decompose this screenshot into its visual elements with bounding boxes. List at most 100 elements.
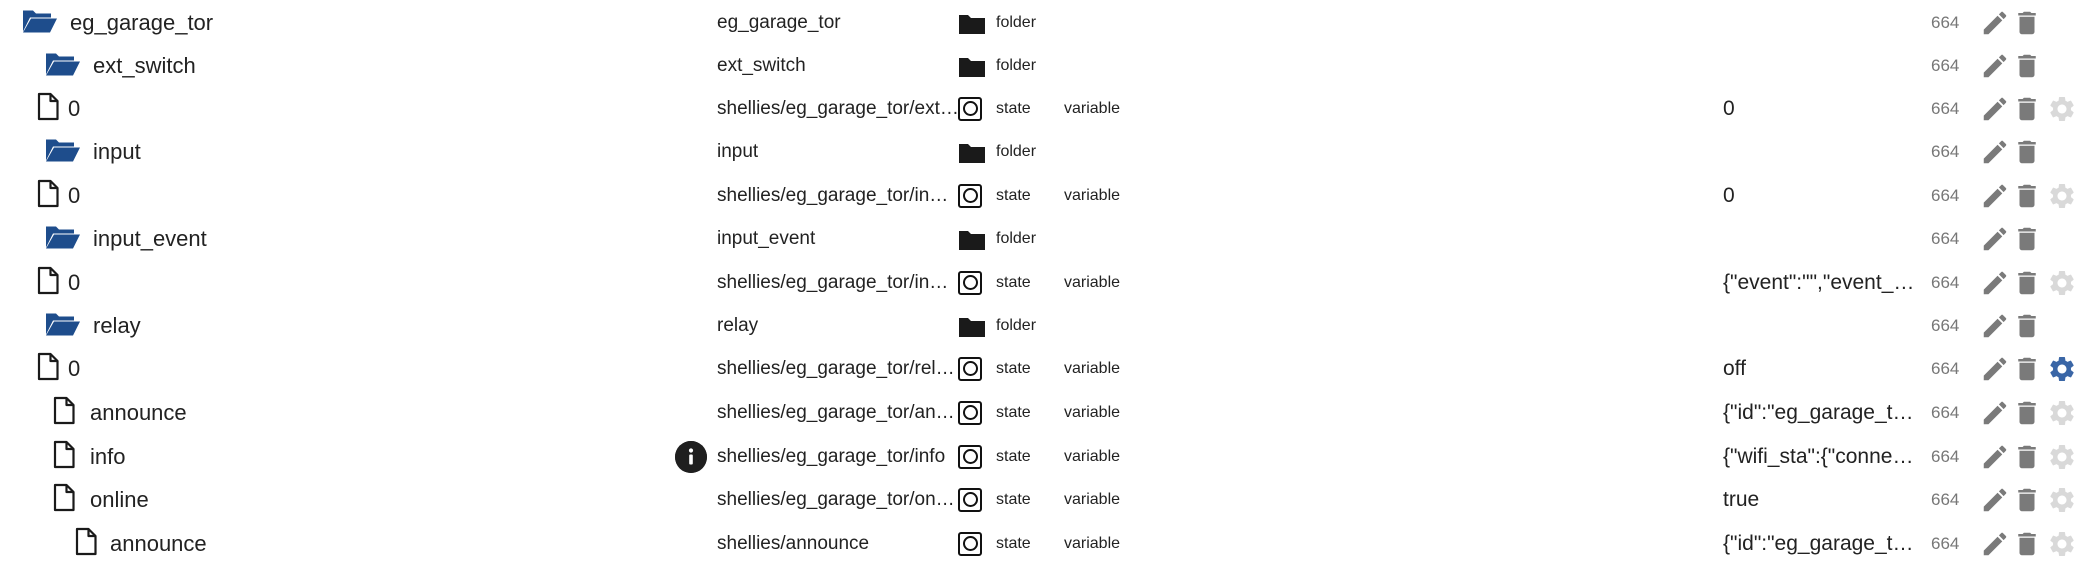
object-name[interactable]: 0 [68,356,80,382]
delete-icon[interactable] [2012,181,2042,211]
object-value[interactable]: {"id":"eg_garage_t… [1723,401,1914,425]
edit-icon[interactable] [1980,398,2010,428]
folder-row[interactable]: eg_garage_tor eg_garage_tor folder 664 [0,1,2090,44]
edit-icon[interactable] [1980,268,2010,298]
edit-icon[interactable] [1980,94,2010,124]
object-name[interactable]: announce [90,400,187,426]
object-acl[interactable]: 664 [1931,56,1959,76]
gear-icon[interactable] [2047,354,2077,384]
object-name[interactable]: input [93,139,141,165]
edit-icon[interactable] [1980,224,2010,254]
object-name[interactable]: relay [93,313,141,339]
delete-icon[interactable] [2012,224,2042,254]
object-type: folder [996,229,1037,247]
edit-icon[interactable] [1980,529,2010,559]
state-row[interactable]: 0 shellies/eg_garage_tor/in… state variable… [0,261,2090,304]
object-name[interactable]: ext_switch [93,53,196,79]
object-value[interactable]: 0 [1723,184,1735,208]
edit-icon[interactable] [1980,442,2010,472]
object-acl[interactable]: 664 [1931,447,1959,467]
object-role: variable [1064,534,1121,552]
folder-row[interactable]: relay relay folder 664 [0,304,2090,347]
gear-icon[interactable] [2047,181,2077,211]
object-name[interactable]: eg_garage_tor [70,10,213,36]
folder-row[interactable]: input input folder 664 [0,130,2090,173]
state-row[interactable]: info shellies/eg_garage_tor/info state vari… [0,435,2090,478]
gear-icon[interactable] [2047,529,2077,559]
folder-row[interactable]: input_event input_event folder 664 [0,217,2090,260]
gear-icon[interactable] [2047,94,2077,124]
object-acl[interactable]: 664 [1931,99,1959,119]
delete-icon[interactable] [2012,354,2042,384]
edit-icon[interactable] [1980,181,2010,211]
object-name[interactable]: announce [110,531,207,557]
delete-icon[interactable] [2012,311,2042,341]
object-type: folder [996,142,1037,160]
object-value[interactable]: {"wifi_sta":{"conne… [1723,445,1913,469]
edit-icon[interactable] [1980,137,2010,167]
object-acl[interactable]: 664 [1931,142,1959,162]
folder-type-icon [958,227,986,251]
object-name[interactable]: info [90,444,125,470]
edit-icon[interactable] [1980,8,2010,38]
delete-icon[interactable] [2012,268,2042,298]
object-acl[interactable]: 664 [1931,186,1959,206]
folder-open-icon [22,7,58,38]
state-row[interactable]: 0 shellies/eg_garage_tor/ext… state variabl… [0,87,2090,130]
gear-icon[interactable] [2047,442,2077,472]
delete-icon[interactable] [2012,485,2042,515]
object-acl[interactable]: 664 [1931,403,1959,423]
object-acl[interactable]: 664 [1931,273,1959,293]
state-row[interactable]: announce shellies/eg_garage_tor/an… state v… [0,391,2090,434]
object-value[interactable]: off [1723,357,1746,381]
object-value[interactable]: {"id":"eg_garage_t… [1723,532,1914,556]
delete-icon[interactable] [2012,8,2042,38]
gear-icon[interactable] [2047,398,2077,428]
object-id: relay [717,314,759,336]
object-value[interactable]: {"event":"","event_… [1723,271,1914,295]
state-row[interactable]: 0 shellies/eg_garage_tor/in… state variable… [0,174,2090,217]
state-row[interactable]: online shellies/eg_garage_tor/on… state var… [0,478,2090,521]
state-row[interactable]: announce shellies/announce state variable {"… [0,522,2090,565]
gear-icon[interactable] [2047,268,2077,298]
object-acl[interactable]: 664 [1931,316,1959,336]
folder-row[interactable]: ext_switch ext_switch folder 664 [0,44,2090,87]
edit-icon[interactable] [1980,354,2010,384]
object-name[interactable]: input_event [93,226,207,252]
file-icon [53,440,75,473]
edit-icon[interactable] [1980,311,2010,341]
folder-open-icon [45,310,81,341]
state-type-icon [958,531,986,556]
delete-icon[interactable] [2012,137,2042,167]
object-acl[interactable]: 664 [1931,490,1959,510]
object-name[interactable]: 0 [68,270,80,296]
file-icon [37,92,59,125]
object-id: shellies/eg_garage_tor/rel… [717,357,955,379]
info-icon[interactable] [675,440,707,473]
edit-icon[interactable] [1980,51,2010,81]
file-icon [53,396,75,429]
object-role: variable [1064,490,1121,508]
object-type: state [996,490,1031,508]
delete-icon[interactable] [2012,398,2042,428]
object-name[interactable]: online [90,487,149,513]
object-type: state [996,99,1031,117]
object-value[interactable]: true [1723,488,1759,512]
state-type-icon [958,444,986,469]
object-type: folder [996,13,1037,31]
object-acl[interactable]: 664 [1931,534,1959,554]
object-acl[interactable]: 664 [1931,13,1959,33]
object-name[interactable]: 0 [68,183,80,209]
state-row[interactable]: 0 shellies/eg_garage_tor/rel… state variabl… [0,347,2090,390]
gear-icon[interactable] [2047,485,2077,515]
object-acl[interactable]: 664 [1931,229,1959,249]
delete-icon[interactable] [2012,94,2042,124]
object-id: eg_garage_tor [717,11,841,33]
object-value[interactable]: 0 [1723,97,1735,121]
object-acl[interactable]: 664 [1931,359,1959,379]
delete-icon[interactable] [2012,51,2042,81]
delete-icon[interactable] [2012,442,2042,472]
object-name[interactable]: 0 [68,96,80,122]
edit-icon[interactable] [1980,485,2010,515]
delete-icon[interactable] [2012,529,2042,559]
